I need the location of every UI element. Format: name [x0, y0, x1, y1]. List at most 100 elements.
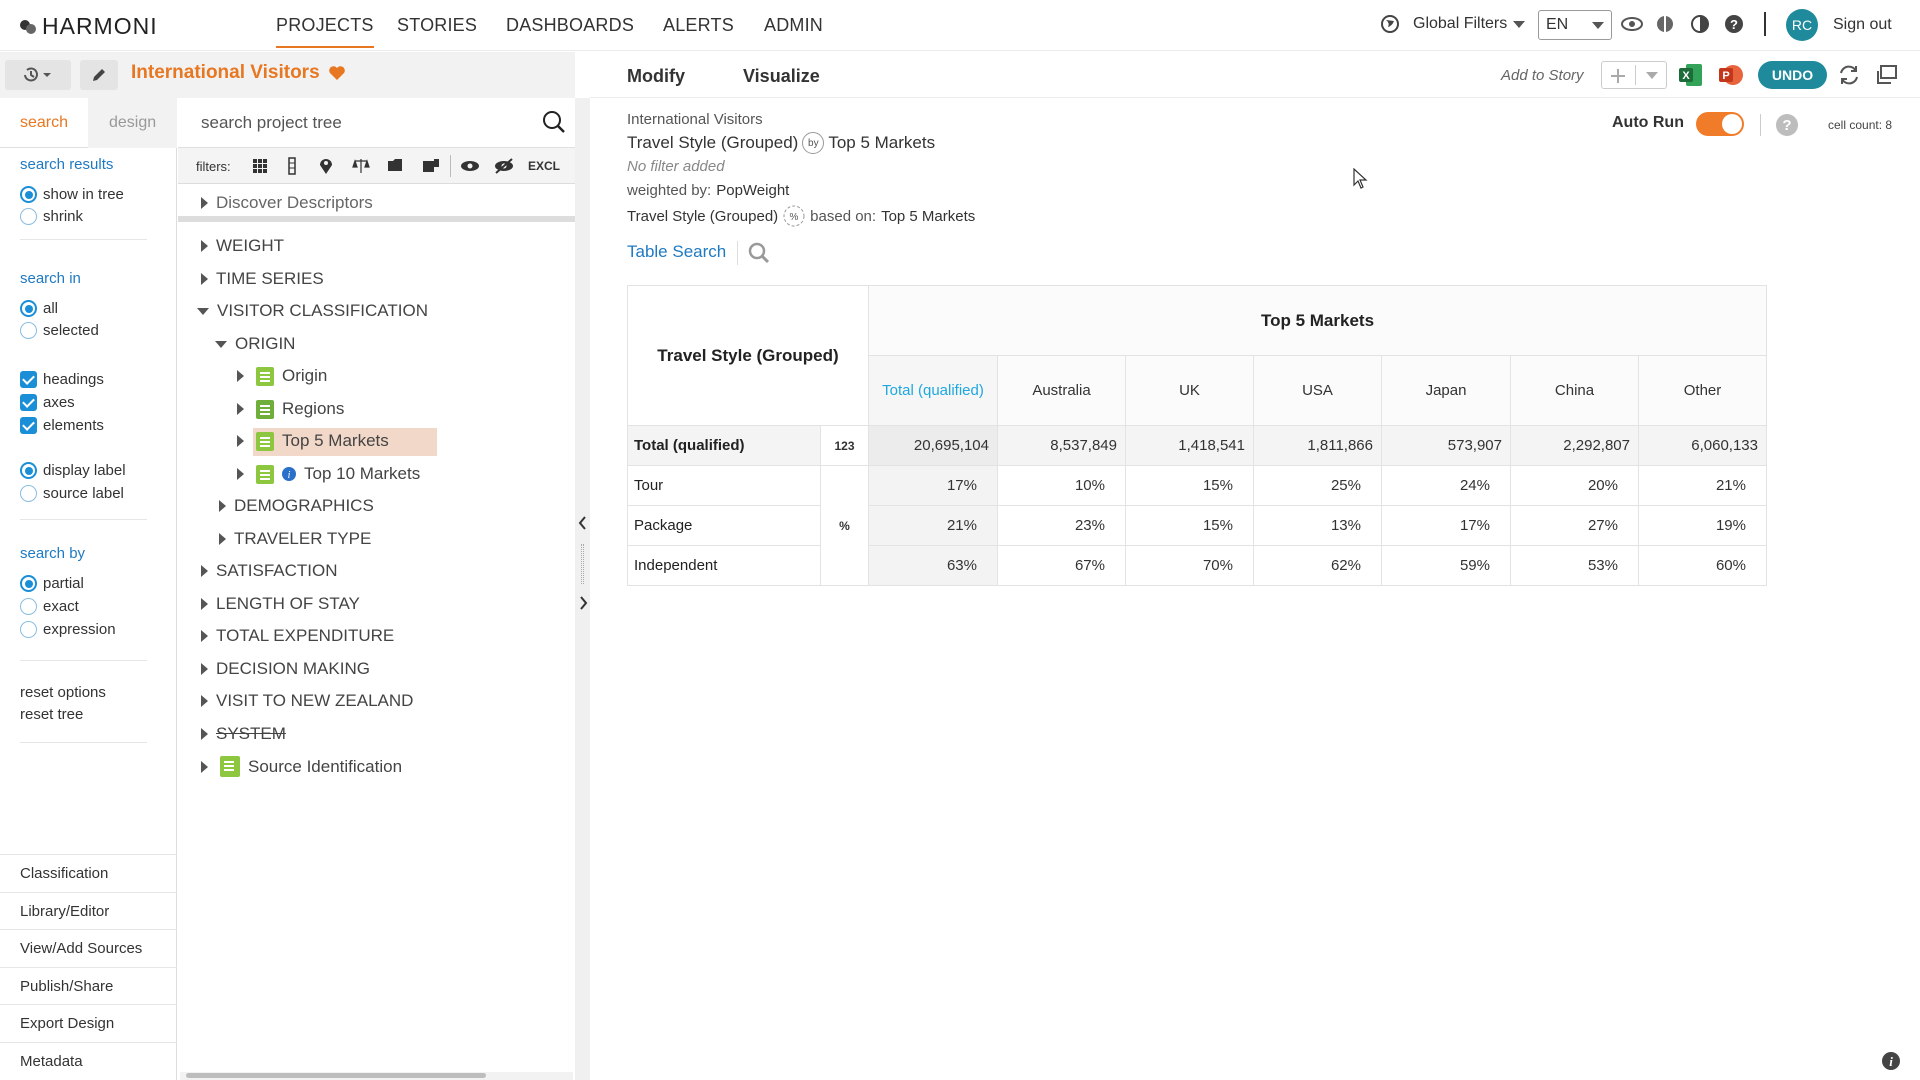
column-group-header[interactable]: Top 5 Markets [868, 285, 1767, 356]
selected-radio[interactable]: selected [20, 322, 99, 339]
reset-options-link[interactable]: reset options [20, 684, 106, 701]
table-search-link[interactable]: Table Search [627, 242, 726, 262]
partial-radio[interactable]: partial [20, 575, 84, 592]
expand-right-icon[interactable] [579, 596, 588, 610]
info-icon[interactable]: i [1881, 1051, 1901, 1071]
history-dropdown[interactable] [5, 60, 71, 90]
search-icon[interactable] [747, 241, 771, 265]
all-radio[interactable]: all [20, 300, 58, 317]
display-label-radio[interactable]: display label [20, 462, 126, 479]
column-variable[interactable]: Top 5 Markets [828, 133, 935, 153]
tab-modify[interactable]: Modify [627, 66, 685, 87]
nav-dashboards[interactable]: DASHBOARDS [506, 15, 634, 36]
tab-visualize[interactable]: Visualize [743, 66, 820, 87]
panel-splitter[interactable] [575, 98, 590, 1080]
tree-item-decision-making[interactable]: DECISION MAKING [201, 659, 370, 679]
shrink-radio[interactable]: shrink [20, 208, 83, 225]
brain-icon[interactable] [1655, 14, 1675, 39]
eye-off-icon[interactable] [494, 158, 514, 174]
folder-icon[interactable] [387, 157, 403, 173]
publish-share-link[interactable]: Publish/Share [0, 967, 177, 1005]
scales-icon[interactable] [352, 157, 370, 175]
expression-radio[interactable]: expression [20, 621, 116, 638]
nav-admin[interactable]: ADMIN [764, 15, 823, 36]
tag-icon[interactable] [422, 158, 440, 174]
classification-link[interactable]: Classification [0, 854, 177, 892]
tree-item-discover[interactable]: Discover Descriptors [201, 193, 373, 213]
column-header[interactable]: USA [1253, 355, 1382, 426]
powerpoint-icon[interactable]: P [1718, 62, 1744, 88]
contrast-icon[interactable] [1690, 14, 1710, 39]
column-header[interactable]: UK [1125, 355, 1254, 426]
tree-item-top5-markets[interactable]: Top 5 Markets [237, 431, 389, 451]
search-icon[interactable] [542, 110, 566, 134]
heart-icon[interactable] [328, 65, 346, 81]
nav-projects[interactable]: PROJECTS [276, 15, 374, 48]
column-header[interactable]: Other [1638, 355, 1767, 426]
tree-item-time-series[interactable]: TIME SERIES [201, 269, 324, 289]
language-select[interactable]: EN [1538, 10, 1612, 40]
tree-item-length-of-stay[interactable]: LENGTH OF STAY [201, 594, 360, 614]
grid-filter-icon[interactable] [252, 158, 268, 174]
tree-item-visitor-classification[interactable]: VISITOR CLASSIFICATION [197, 301, 428, 321]
nav-alerts[interactable]: ALERTS [663, 15, 734, 36]
help-icon[interactable]: ? [1775, 113, 1799, 137]
scrollbar-thumb[interactable] [186, 1073, 486, 1078]
globe-icon[interactable] [1380, 14, 1400, 39]
harmoni-logo[interactable]: HARMONI [18, 13, 158, 40]
project-tree-search[interactable]: search project tree [178, 98, 575, 148]
chevron-down-icon[interactable] [1646, 72, 1658, 79]
row-variable[interactable]: Travel Style (Grouped) [627, 133, 798, 153]
undo-button[interactable]: UNDO [1758, 61, 1827, 89]
excl-filter[interactable]: EXCL [528, 159, 560, 173]
tree-item-total-expenditure[interactable]: TOTAL EXPENDITURE [201, 626, 394, 646]
tree-item-regions[interactable]: Regions [237, 399, 344, 419]
row-label[interactable]: Tour [627, 465, 821, 506]
headings-checkbox[interactable]: headings [20, 371, 104, 388]
tree-item-demographics[interactable]: DEMOGRAPHICS [219, 496, 374, 516]
tree-item-traveler-type[interactable]: TRAVELER TYPE [219, 529, 371, 549]
axes-checkbox[interactable]: axes [20, 394, 75, 411]
nav-stories[interactable]: STORIES [397, 15, 477, 36]
info-icon[interactable]: i [282, 467, 296, 481]
auto-run-toggle[interactable] [1696, 112, 1744, 136]
based-on-value[interactable]: Top 5 Markets [881, 208, 975, 225]
source-label-radio[interactable]: source label [20, 485, 124, 502]
show-in-tree-radio[interactable]: show in tree [20, 186, 124, 203]
global-filters-dropdown[interactable]: Global Filters [1413, 15, 1526, 33]
column-header[interactable]: Australia [997, 355, 1126, 426]
percent-variable[interactable]: Travel Style (Grouped) [627, 208, 778, 225]
weighted-by-value[interactable]: PopWeight [716, 182, 789, 199]
refresh-icon[interactable] [1837, 63, 1861, 87]
tab-search[interactable]: search [20, 114, 68, 132]
avatar[interactable]: RC [1786, 9, 1818, 41]
tree-item-satisfaction[interactable]: SATISFACTION [201, 561, 338, 581]
elements-checkbox[interactable]: elements [20, 417, 104, 434]
swap-view-icon[interactable] [1875, 63, 1899, 87]
tree-item-source-identification[interactable]: Source Identification [201, 756, 402, 777]
column-header[interactable]: China [1510, 355, 1639, 426]
metadata-link[interactable]: Metadata [0, 1042, 177, 1080]
reset-tree-link[interactable]: reset tree [20, 706, 83, 723]
eye-icon[interactable] [460, 159, 480, 173]
tree-item-visit-nz[interactable]: VISIT TO NEW ZEALAND [201, 691, 413, 711]
tree-item-origin[interactable]: Origin [237, 366, 327, 386]
column-header[interactable]: Japan [1381, 355, 1511, 426]
tab-design[interactable]: design [109, 114, 156, 132]
plus-icon[interactable] [1610, 68, 1626, 84]
row-label[interactable]: Independent [627, 545, 821, 586]
drag-handle[interactable] [581, 544, 584, 584]
tree-item-weight[interactable]: WEIGHT [201, 236, 284, 256]
view-add-sources-link[interactable]: View/Add Sources [0, 929, 177, 967]
map-pin-icon[interactable] [318, 157, 334, 175]
tree-item-top10-markets[interactable]: i Top 10 Markets [237, 464, 420, 484]
tree-item-system[interactable]: SYSTEM [201, 724, 286, 744]
row-label[interactable]: Package [627, 505, 821, 546]
add-to-story-dropdown[interactable] [1601, 61, 1667, 89]
edit-button[interactable] [80, 60, 118, 90]
export-design-link[interactable]: Export Design [0, 1004, 177, 1042]
column-header[interactable]: Total (qualified) [868, 355, 998, 426]
excel-icon[interactable]: X [1678, 62, 1704, 88]
eye-icon[interactable] [1621, 15, 1643, 38]
exact-radio[interactable]: exact [20, 598, 79, 615]
